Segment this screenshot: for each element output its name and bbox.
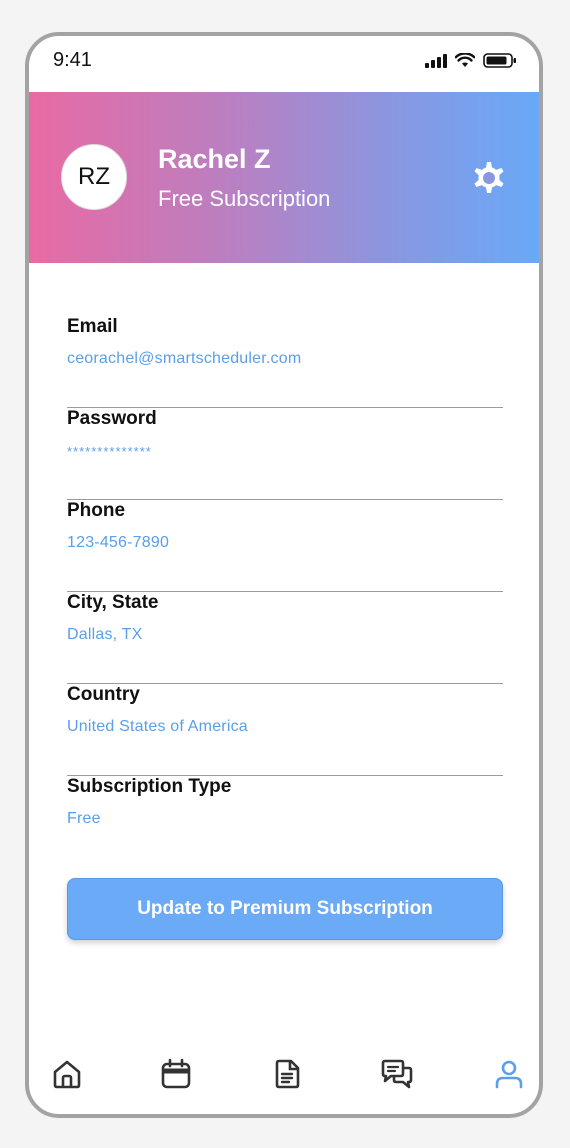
home-icon[interactable]: [51, 1058, 83, 1090]
profile-fields: Email ceorachel@smartscheduler.com Passw…: [67, 316, 503, 868]
battery-icon: [483, 53, 516, 68]
password-field: Password **************: [67, 408, 503, 500]
chat-icon[interactable]: [380, 1058, 414, 1090]
field-label: Country: [67, 684, 140, 705]
field-value[interactable]: **************: [67, 444, 152, 459]
country-field: Country United States of America: [67, 684, 503, 776]
field-label: Email: [67, 316, 118, 337]
avatar: RZ: [61, 144, 127, 210]
field-label: Password: [67, 408, 157, 429]
field-value[interactable]: United States of America: [67, 718, 248, 736]
field-value[interactable]: ceorachel@smartscheduler.com: [67, 350, 301, 368]
field-label: City, State: [67, 592, 159, 613]
field-value[interactable]: Free: [67, 810, 101, 828]
gear-icon[interactable]: [467, 156, 511, 200]
status-bar: 9:41: [29, 36, 539, 92]
update-premium-button[interactable]: Update to Premium Subscription: [67, 878, 503, 940]
field-value[interactable]: 123-456-7890: [67, 534, 169, 552]
phone-field: Phone 123-456-7890: [67, 500, 503, 592]
email-field: Email ceorachel@smartscheduler.com: [67, 316, 503, 408]
city-state-field: City, State Dallas, TX: [67, 592, 503, 684]
nav-home[interactable]: [47, 1054, 87, 1094]
subscription-label: Free Subscription: [158, 186, 331, 211]
calendar-icon[interactable]: [160, 1058, 192, 1090]
document-icon[interactable]: [271, 1058, 303, 1090]
field-label: Phone: [67, 500, 126, 521]
user-name: Rachel Z: [158, 144, 271, 174]
phone-frame: 9:41 RZ Rachel Z Free Subscription Email…: [25, 32, 543, 1118]
nav-documents[interactable]: [267, 1054, 307, 1094]
profile-icon[interactable]: [493, 1058, 525, 1090]
nav-calendar[interactable]: [156, 1054, 196, 1094]
field-label: Subscription Type: [67, 776, 232, 797]
status-time: 9:41: [53, 49, 92, 71]
status-icons: [425, 53, 517, 68]
nav-messages[interactable]: [377, 1054, 417, 1094]
wifi-icon: [455, 53, 475, 67]
signal-icon: [425, 53, 447, 68]
settings-button[interactable]: [467, 156, 511, 200]
subscription-type-field: Subscription Type Free: [67, 776, 503, 868]
bottom-nav: [29, 1036, 539, 1114]
nav-profile[interactable]: [489, 1054, 529, 1094]
field-value[interactable]: Dallas, TX: [67, 626, 143, 644]
profile-header: RZ Rachel Z Free Subscription: [29, 92, 539, 263]
